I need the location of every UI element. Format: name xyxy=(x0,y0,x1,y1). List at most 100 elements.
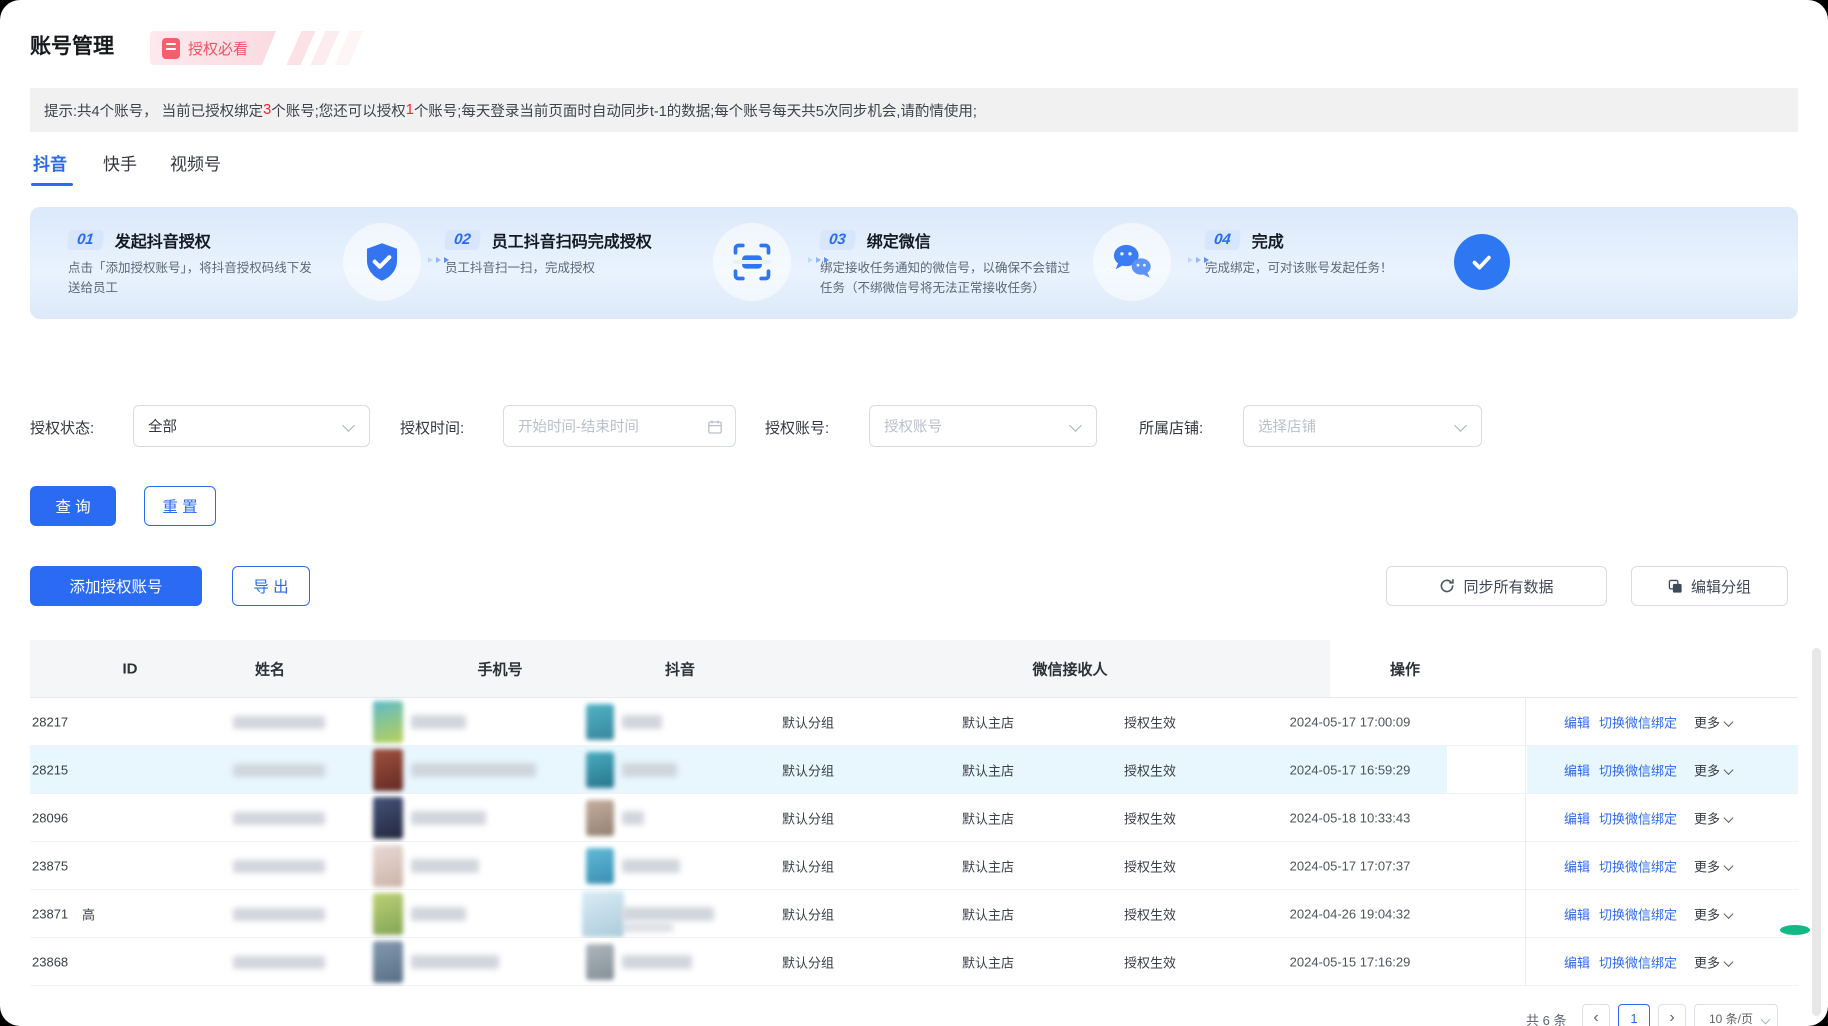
douyin-avatar xyxy=(586,800,614,836)
add-auth-account-button[interactable]: 添加授权账号 xyxy=(30,566,202,606)
switch-wechat-link[interactable]: 切换微信绑定 xyxy=(1599,856,1677,875)
cell-group: 默认分组 xyxy=(782,952,834,971)
cell-phone-redacted xyxy=(411,715,466,729)
cell-phone-redacted xyxy=(411,811,486,825)
cell-group: 默认分组 xyxy=(782,808,834,827)
cell-name-redacted xyxy=(233,716,325,729)
switch-wechat-link[interactable]: 切换微信绑定 xyxy=(1599,712,1677,731)
tab-kuaishou[interactable]: 快手 xyxy=(103,150,137,175)
export-button[interactable]: 导 出 xyxy=(232,566,310,606)
cell-auth-time: 2024-05-17 16:59:29 xyxy=(1290,762,1411,777)
step-title: 绑定微信 xyxy=(867,228,931,252)
cell-shop: 默认主店 xyxy=(962,808,1014,827)
page: 账号管理 授权必看 提示:共4个账号， 当前已授权绑定3个账号;您还可以授权1个… xyxy=(0,0,1828,1026)
switch-wechat-link[interactable]: 切换微信绑定 xyxy=(1599,760,1677,779)
pagination-page-1[interactable]: 1 xyxy=(1618,1004,1650,1026)
reset-button[interactable]: 重 置 xyxy=(144,486,216,526)
cell-phone-redacted xyxy=(411,907,466,921)
edit-link[interactable]: 编辑 xyxy=(1564,760,1590,779)
auth-guide-badge[interactable]: 授权必看 xyxy=(150,31,276,65)
col-id: ID xyxy=(123,660,138,677)
more-dropdown[interactable]: 更多 xyxy=(1694,952,1732,971)
table-row[interactable]: 28217默认分组默认主店授权生效2024-05-17 17:00:09编辑切换… xyxy=(30,698,1798,746)
page-size-select[interactable]: 10 条/页 xyxy=(1694,1004,1778,1026)
scrollbar-thumb[interactable] xyxy=(1812,648,1821,1016)
cell-auth-time: 2024-05-18 10:33:43 xyxy=(1290,810,1411,825)
tab-douyin[interactable]: 抖音 xyxy=(33,150,67,175)
table-row[interactable]: 28215默认分组默认主店授权生效2024-05-17 16:59:29编辑切换… xyxy=(30,746,1798,794)
decor-stripe xyxy=(310,31,339,65)
step-3: 03绑定微信 绑定接收任务通知的微信号，以确保不会错过任务（不绑微信号将无法正常… xyxy=(820,229,1120,298)
status-select[interactable]: 全部 xyxy=(133,405,370,447)
date-range-input[interactable]: 开始时间-结束时间 xyxy=(503,405,736,447)
cell-status: 授权生效 xyxy=(1124,856,1176,875)
filter-label-time: 授权时间: xyxy=(400,417,464,438)
cell-auth-time: 2024-05-17 17:00:09 xyxy=(1290,714,1411,729)
edit-link[interactable]: 编辑 xyxy=(1564,808,1590,827)
switch-wechat-link[interactable]: 切换微信绑定 xyxy=(1599,952,1677,971)
cell-id: 28215 xyxy=(32,762,68,777)
shield-check-icon xyxy=(343,223,421,301)
sync-all-data-button[interactable]: 同步所有数据 xyxy=(1386,566,1607,606)
switch-wechat-link[interactable]: 切换微信绑定 xyxy=(1599,904,1677,923)
cell-name-redacted xyxy=(233,908,325,921)
document-icon xyxy=(162,38,180,59)
cell-name-redacted xyxy=(233,812,325,825)
phone-avatar xyxy=(373,797,403,839)
notice-text: 个账号;每天登录当前页面时自动同步t-1的数据;每个账号每天共5次同步机会,请酌… xyxy=(414,100,977,121)
step-desc: 点击「添加授权账号」，将抖音授权码线下发送给员工 xyxy=(68,258,313,298)
table-row[interactable]: 23871高默认分组默认主店授权生效2024-04-26 19:04:32编辑切… xyxy=(30,890,1798,938)
filter-label-status: 授权状态: xyxy=(30,417,94,438)
col-phone: 手机号 xyxy=(477,658,522,679)
douyin-avatar xyxy=(586,848,614,884)
cell-group: 默认分组 xyxy=(782,760,834,779)
filter-label-shop: 所属店铺: xyxy=(1139,417,1203,438)
step-title: 员工抖音扫码完成授权 xyxy=(492,228,652,252)
more-dropdown[interactable]: 更多 xyxy=(1694,856,1732,875)
step-number: 04 xyxy=(1204,230,1241,250)
chevron-down-icon xyxy=(1069,419,1082,432)
edit-link[interactable]: 编辑 xyxy=(1564,712,1590,731)
more-dropdown[interactable]: 更多 xyxy=(1694,904,1732,923)
col-wechat-receiver: 微信接收人 xyxy=(1032,658,1107,679)
cell-auth-time: 2024-05-17 17:07:37 xyxy=(1290,858,1411,873)
switch-wechat-link[interactable]: 切换微信绑定 xyxy=(1599,808,1677,827)
scan-icon xyxy=(713,223,791,301)
cell-douyin-redacted xyxy=(622,859,680,873)
table-row[interactable]: 28096默认分组默认主店授权生效2024-05-18 10:33:43编辑切换… xyxy=(30,794,1798,842)
phone-avatar xyxy=(373,749,403,791)
cell-douyin-redacted-line2 xyxy=(622,923,673,932)
cell-shop: 默认主店 xyxy=(962,856,1014,875)
tab-shipinhao[interactable]: 视频号 xyxy=(170,150,221,175)
chevron-down-icon xyxy=(1454,419,1467,432)
cell-auth-time: 2024-04-26 19:04:32 xyxy=(1290,906,1411,921)
step-title: 发起抖音授权 xyxy=(115,228,211,252)
step-desc: 绑定接收任务通知的微信号，以确保不会错过任务（不绑微信号将无法正常接收任务） xyxy=(820,258,1070,298)
pagination-next-button[interactable]: › xyxy=(1658,1004,1686,1026)
floating-widget-partial[interactable] xyxy=(1780,925,1810,935)
page-title: 账号管理 xyxy=(30,30,114,60)
douyin-avatar xyxy=(586,704,614,740)
shop-select[interactable]: 选择店铺 xyxy=(1243,405,1482,447)
cell-id: 23875 xyxy=(32,858,68,873)
edit-link[interactable]: 编辑 xyxy=(1564,952,1590,971)
page-size-value: 10 条/页 xyxy=(1709,1010,1753,1026)
account-select[interactable]: 授权账号 xyxy=(869,405,1097,447)
more-dropdown[interactable]: 更多 xyxy=(1694,712,1732,731)
cell-group: 默认分组 xyxy=(782,904,834,923)
more-dropdown[interactable]: 更多 xyxy=(1694,760,1732,779)
query-button[interactable]: 查 询 xyxy=(30,486,116,526)
table-row[interactable]: 23868默认分组默认主店授权生效2024-05-15 17:16:29编辑切换… xyxy=(30,938,1798,986)
cell-auth-time: 2024-05-15 17:16:29 xyxy=(1290,954,1411,969)
phone-avatar xyxy=(373,701,403,743)
cell-status: 授权生效 xyxy=(1124,808,1176,827)
edit-group-button[interactable]: 编辑分组 xyxy=(1631,566,1788,606)
more-dropdown[interactable]: 更多 xyxy=(1694,808,1732,827)
table-row[interactable]: 23875默认分组默认主店授权生效2024-05-17 17:07:37编辑切换… xyxy=(30,842,1798,890)
phone-avatar xyxy=(373,845,403,887)
notice-text: 个账号;您还可以授权 xyxy=(271,100,406,121)
steps-banner: 01发起抖音授权 点击「添加授权账号」，将抖音授权码线下发送给员工 02员工抖音… xyxy=(30,207,1798,319)
edit-link[interactable]: 编辑 xyxy=(1564,904,1590,923)
edit-link[interactable]: 编辑 xyxy=(1564,856,1590,875)
pagination-prev-button[interactable]: ‹ xyxy=(1582,1004,1610,1026)
